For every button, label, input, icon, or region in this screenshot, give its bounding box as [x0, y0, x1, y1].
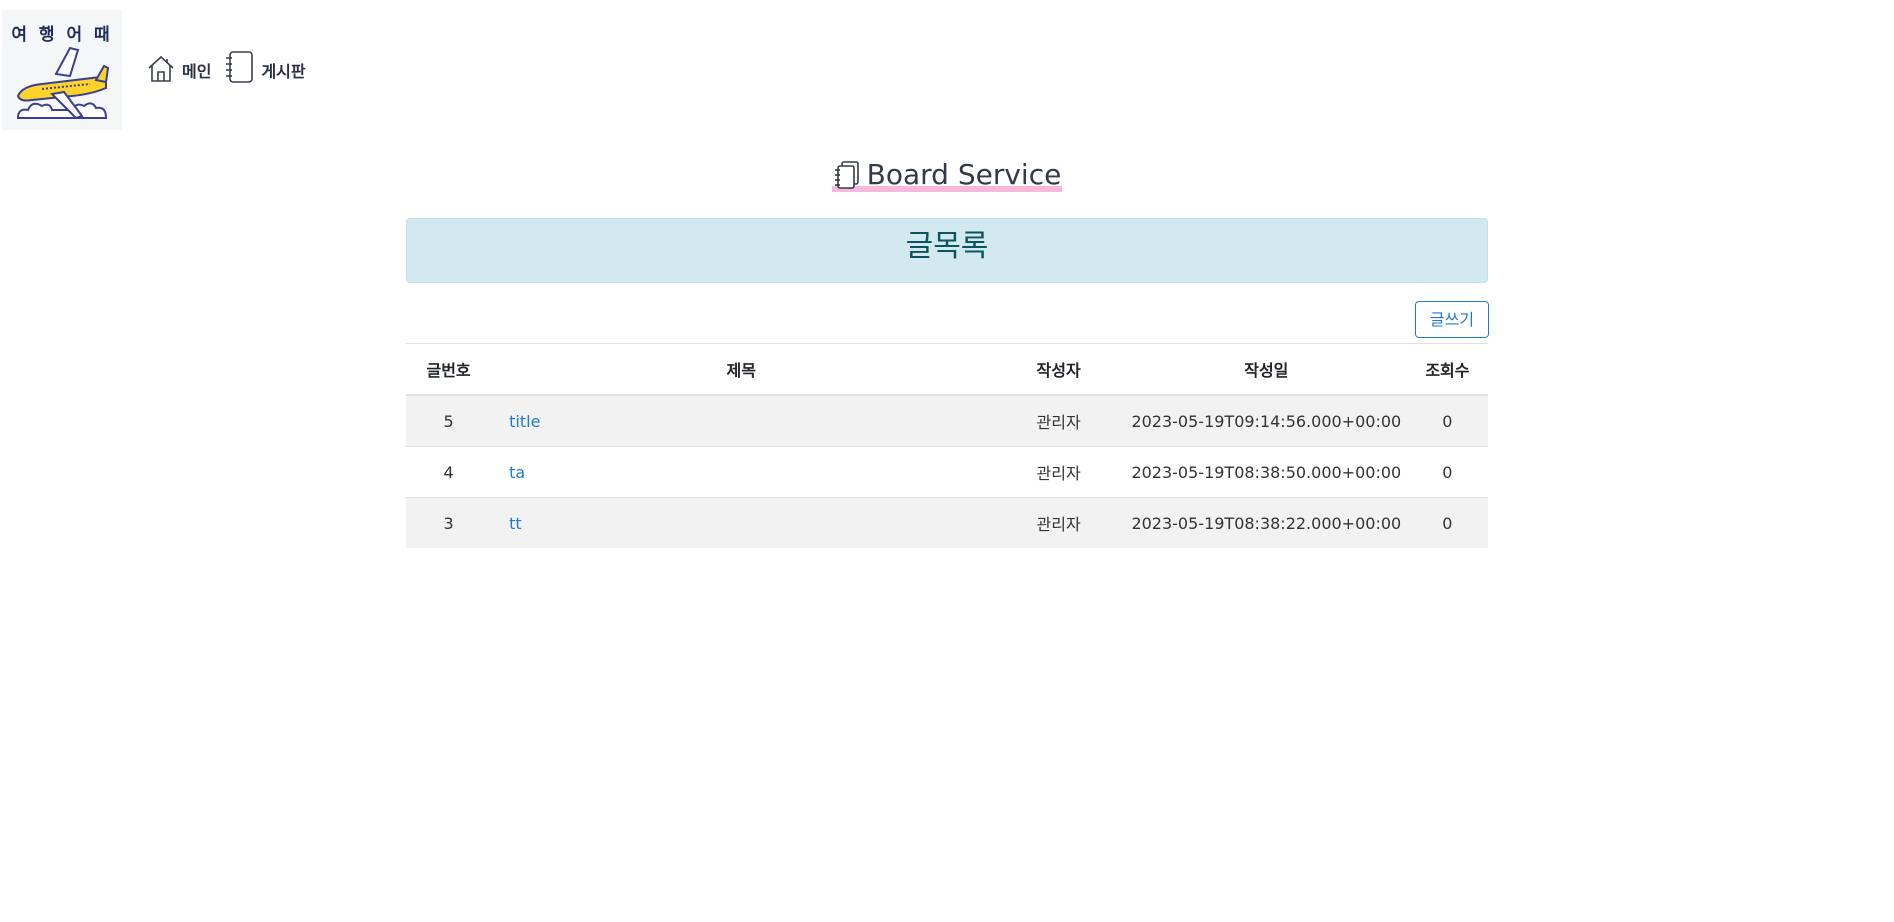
cell-views: 0 — [1406, 497, 1488, 548]
cell-title: ta — [491, 446, 992, 498]
post-title-link[interactable]: ta — [509, 463, 525, 482]
table-header-row: 글번호 제목 작성자 작성일 조회수 — [406, 343, 1488, 396]
page-title-wrap: Board Service — [0, 158, 1894, 194]
cell-date: 2023-05-19T09:14:56.000+00:00 — [1125, 394, 1407, 447]
list-heading-alert: 글목록 — [406, 218, 1488, 283]
main-nav: 메인 게시판 — [146, 50, 306, 84]
cell-writer: 관리자 — [991, 394, 1126, 447]
cell-date: 2023-05-19T08:38:50.000+00:00 — [1125, 446, 1407, 498]
cell-title: tt — [491, 497, 992, 548]
header-writer: 작성자 — [991, 343, 1126, 396]
notebook-icon — [834, 161, 859, 189]
nav-item-main-label: 메인 — [182, 62, 212, 81]
post-title-link[interactable]: tt — [509, 514, 522, 533]
nav-item-board-label: 게시판 — [261, 62, 306, 81]
cell-writer: 관리자 — [991, 497, 1126, 548]
cell-post-number: 3 — [406, 497, 492, 548]
cell-writer: 관리자 — [991, 446, 1126, 498]
logo[interactable]: 여 행 어 때 — [2, 10, 122, 130]
nav-item-main[interactable]: 메인 — [146, 54, 211, 84]
post-title-link[interactable]: title — [509, 412, 540, 431]
home-icon — [148, 55, 174, 82]
airplane-icon — [16, 46, 110, 120]
header-views: 조회수 — [1406, 343, 1488, 396]
cell-date: 2023-05-19T08:38:22.000+00:00 — [1125, 497, 1407, 548]
list-heading-text: 글목록 — [905, 229, 989, 264]
cell-post-number: 4 — [406, 446, 492, 498]
header-date: 작성일 — [1125, 343, 1407, 396]
page-title: Board Service — [831, 158, 1063, 192]
nav-item-board[interactable]: 게시판 — [223, 50, 306, 84]
header-post-number: 글번호 — [406, 343, 492, 396]
notebook-icon — [226, 51, 254, 83]
header-title: 제목 — [491, 343, 992, 396]
table-row: 4 ta 관리자 2023-05-19T08:38:50.000+00:00 0 — [406, 446, 1488, 498]
cell-post-number: 5 — [406, 394, 492, 447]
board-table: 글번호 제목 작성자 작성일 조회수 5 title 관리자 2023-05-1… — [406, 343, 1488, 548]
page-title-text: Board Service — [866, 158, 1062, 191]
cell-views: 0 — [1406, 446, 1488, 498]
header: 여 행 어 때 메인 게시판 — [0, 0, 1894, 135]
table-row: 5 title 관리자 2023-05-19T09:14:56.000+00:0… — [406, 394, 1488, 447]
write-post-button[interactable]: 글쓰기 — [1415, 301, 1489, 338]
cell-title: title — [491, 394, 992, 447]
table-row: 3 tt 관리자 2023-05-19T08:38:22.000+00:00 0 — [406, 497, 1488, 548]
cell-views: 0 — [1406, 394, 1488, 447]
